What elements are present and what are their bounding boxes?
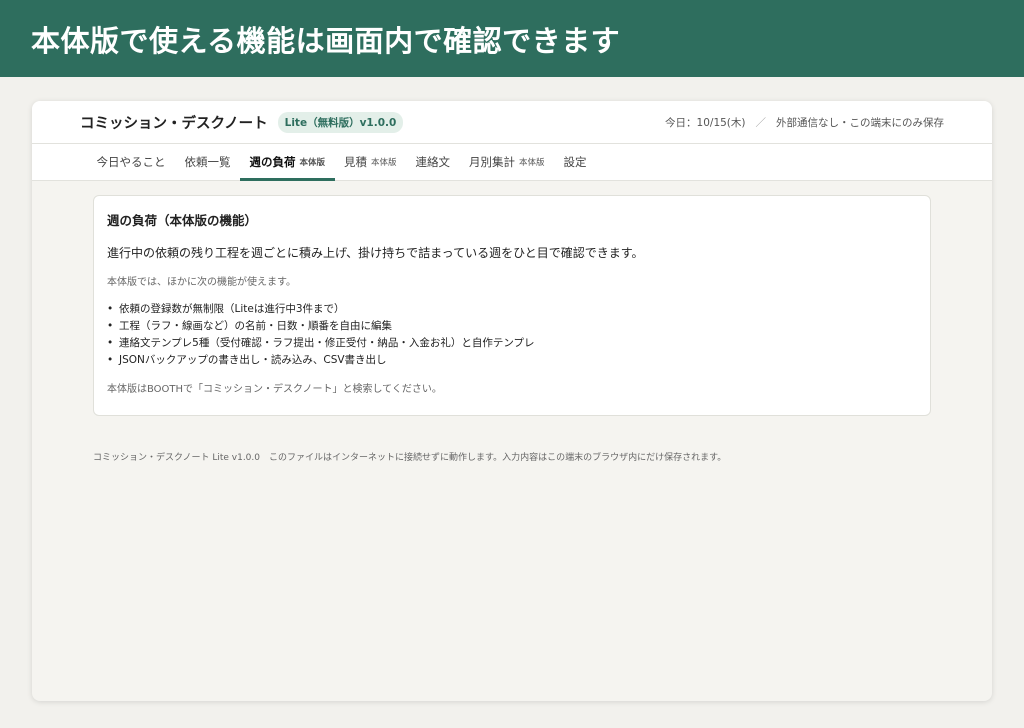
- tab-label: 依頼一覧: [184, 155, 231, 169]
- tab-pro-tag: 本体版: [299, 158, 326, 168]
- today-date: 今日：10/15(木): [665, 116, 746, 129]
- status-separator: ／: [755, 116, 767, 129]
- app-window: コミッション・デスクノート Lite（無料版）v1.0.0 今日：10/15(木…: [32, 101, 992, 701]
- list-item: 依頼の登録数が無制限（Liteは進行中3件まで）: [107, 301, 917, 318]
- pro-feature-card: 週の負荷（本体版の機能） 進行中の依頼の残り工程を週ごとに積み上げ、掛け持ちで詰…: [93, 195, 931, 416]
- tab-weekly-load[interactable]: 週の負荷 本体版: [240, 144, 335, 181]
- tab-label: 設定: [563, 155, 587, 169]
- tab-estimate[interactable]: 見積 本体版: [335, 144, 407, 180]
- list-item: 工程（ラフ・線画など）の名前・日数・順番を自由に編集: [107, 318, 917, 335]
- tab-pro-tag: 本体版: [371, 158, 397, 168]
- tab-label: 今日やること: [96, 155, 166, 169]
- header-status: 今日：10/15(木) ／ 外部通信なし・この端末にのみ保存: [665, 115, 944, 130]
- card-note: 本体版では、ほかに次の機能が使えます。: [107, 277, 296, 288]
- feature-list: 依頼の登録数が無制限（Liteは進行中3件まで） 工程（ラフ・線画など）の名前・…: [107, 301, 917, 369]
- tab-bar: 今日やること 依頼一覧 週の負荷 本体版 見積 本体版 連絡文 月別集計 本体版…: [32, 144, 992, 181]
- tab-label: 月別集計: [469, 155, 516, 169]
- list-item: 連絡文テンプレ5種（受付確認・ラフ提出・修正受付・納品・入金お礼）と自作テンプレ: [107, 335, 917, 352]
- tab-label: 見積: [344, 155, 368, 169]
- version-badge: Lite（無料版）v1.0.0: [277, 111, 404, 133]
- banner-text: 本体版で使える機能は画面内で確認できます: [31, 23, 621, 58]
- list-item: JSONバックアップの書き出し・読み込み、CSV書き出し: [107, 352, 917, 369]
- card-footer: 本体版はBOOTHで「コミッション・デスクノート」と検索してください。: [107, 384, 442, 395]
- tab-today[interactable]: 今日やること: [87, 144, 175, 180]
- storage-note: 外部通信なし・この端末にのみ保存: [776, 116, 944, 129]
- app-title: コミッション・デスクノート: [80, 115, 268, 132]
- page-footer: コミッション・デスクノート Lite v1.0.0 このファイルはインターネット…: [93, 453, 727, 463]
- tab-request-list[interactable]: 依頼一覧: [175, 144, 240, 180]
- tab-settings[interactable]: 設定: [554, 144, 596, 180]
- card-title: 週の負荷（本体版の機能）: [107, 213, 258, 228]
- tab-label: 連絡文: [415, 155, 451, 169]
- card-lead: 進行中の依頼の残り工程を週ごとに積み上げ、掛け持ちで詰まっている週をひと目で確認…: [107, 246, 644, 260]
- app-header: コミッション・デスクノート Lite（無料版）v1.0.0 今日：10/15(木…: [32, 101, 992, 144]
- tab-label: 週の負荷: [249, 155, 296, 169]
- top-banner: 本体版で使える機能は画面内で確認できます: [0, 0, 1024, 77]
- tab-pro-tag: 本体版: [519, 158, 545, 168]
- tab-monthly-summary[interactable]: 月別集計 本体版: [460, 144, 555, 180]
- tab-messages[interactable]: 連絡文: [406, 144, 460, 180]
